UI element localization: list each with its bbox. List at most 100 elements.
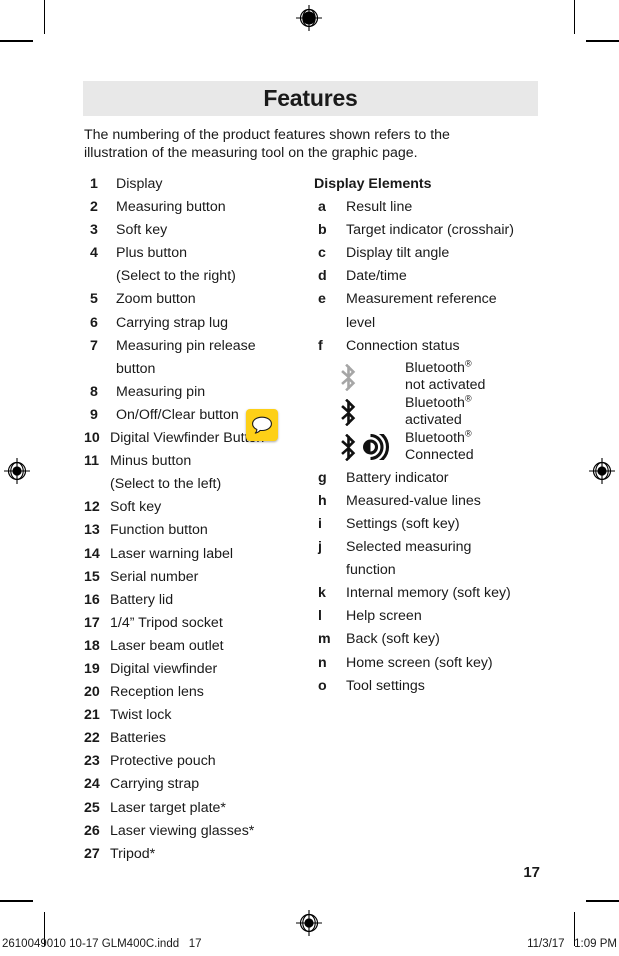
list-item: f Connection status — [314, 335, 559, 358]
crop-mark-bottom-right-horizontal — [586, 900, 619, 902]
bluetooth-active-icon — [341, 398, 356, 426]
display-elements-column: Display Elements a Result line b Target ind… — [314, 173, 559, 698]
display-elements-title: Display Elements — [314, 176, 432, 192]
product-feature-item: 7 Measuring pin release button — [84, 335, 309, 381]
comment-note-annotation[interactable] — [246, 409, 278, 441]
product-feature-number: 7 — [90, 337, 98, 354]
speech-bubble-icon — [252, 416, 272, 434]
product-feature-item: 24 Carrying strap — [84, 773, 309, 796]
list-item-label: Settings (soft key) — [346, 515, 460, 532]
bluetooth-inactive-icon — [341, 363, 356, 391]
product-feature-number: 3 — [90, 222, 98, 239]
product-feature-label: Twist lock — [110, 707, 172, 724]
list-item: k Internal memory (soft key) — [314, 582, 559, 605]
product-feature-number: 17 — [84, 614, 100, 631]
product-feature-label: Digital Viewfinder Button — [110, 430, 265, 447]
product-feature-item: 8 Measuring pin — [84, 381, 309, 404]
product-feature-label-continuation: (Select to the right) — [116, 268, 236, 285]
product-feature-item: 2 Measuring button — [84, 196, 309, 219]
list-item-label: Help screen — [346, 608, 422, 625]
list-item: h Measured-value lines — [314, 490, 559, 513]
list-item-key: i — [318, 515, 322, 532]
crop-mark-top-right-horizontal — [586, 40, 619, 42]
list-item-label: Measured-value lines — [346, 492, 481, 509]
product-feature-number: 1 — [90, 176, 98, 192]
product-feature-item: 5 Zoom button — [84, 288, 309, 311]
product-feature-number: 25 — [84, 799, 100, 816]
list-item-key: c — [318, 245, 326, 262]
product-feature-number: 12 — [84, 499, 100, 516]
product-feature-item: 23 Protective pouch — [84, 750, 309, 773]
product-feature-number: 11 — [84, 453, 99, 470]
product-feature-label: Reception lens — [110, 684, 204, 701]
list-item-label: Date/time — [346, 268, 407, 285]
product-feature-number: 5 — [90, 291, 98, 308]
product-feature-item: 13 Function button — [84, 519, 309, 542]
bluetooth-status-legend: Bluetooth® not activated Bluetooth® activat… — [340, 358, 559, 465]
bluetooth-status-text: not activated — [405, 377, 486, 394]
registration-mark-top — [296, 5, 322, 31]
product-feature-item: 4 Plus button (Select to the right) — [84, 242, 309, 288]
product-feature-label: Soft key — [110, 499, 162, 516]
product-feature-item: 16 Battery lid — [84, 589, 309, 612]
list-item-label-continuation: level — [346, 314, 376, 331]
product-feature-label: Batteries — [110, 730, 166, 747]
product-feature-number: 2 — [90, 199, 98, 216]
section-header-band: Features — [83, 81, 538, 116]
registered-trademark-symbol: ® — [464, 393, 472, 404]
intro-line-1: The numbering of the product features sh… — [84, 127, 450, 143]
product-feature-label-continuation: button — [116, 360, 156, 377]
document-page: Features The numbering of the product fe… — [0, 0, 619, 956]
product-feature-number: 23 — [84, 753, 100, 770]
list-item-label: Back (soft key) — [346, 631, 440, 648]
intro-line-2: illustration of the measuring tool on th… — [84, 145, 418, 161]
list-item: j Selected measuring function — [314, 536, 559, 582]
product-feature-label: 1/4” Tripod socket — [110, 614, 223, 631]
footer-timestamp: 11/3/17 1:09 PM — [527, 938, 617, 950]
product-feature-item: 14 Laser warning label — [84, 543, 309, 566]
list-item-key: o — [318, 677, 327, 694]
product-feature-label: Carrying strap — [110, 776, 200, 793]
product-feature-label: Laser warning label — [110, 545, 234, 562]
product-feature-label: Zoom button — [116, 291, 196, 308]
bluetooth-status-row: Bluetooth® activated — [340, 393, 559, 430]
product-feature-number: 13 — [84, 522, 100, 539]
crop-mark-top-right-vertical — [574, 0, 575, 34]
product-feature-item: 21 Twist lock — [84, 704, 309, 727]
crop-mark-bottom-left-horizontal — [0, 900, 33, 902]
list-item-key: h — [318, 492, 327, 509]
product-feature-number: 8 — [90, 383, 98, 400]
registered-trademark-symbol: ® — [464, 358, 472, 369]
product-feature-number: 14 — [84, 545, 100, 562]
product-feature-item: 22 Batteries — [84, 727, 309, 750]
product-feature-label: Measuring pin release button — [116, 335, 309, 381]
product-feature-label: Tripod* — [110, 845, 156, 862]
product-feature-number: 27 — [84, 845, 100, 862]
bluetooth-brand-name: Bluetooth® — [405, 428, 472, 446]
registered-trademark-symbol: ® — [464, 428, 472, 439]
bluetooth-icon-group — [340, 361, 405, 393]
list-item-label: Battery indicator — [346, 469, 449, 486]
list-item-key: k — [318, 585, 326, 602]
product-feature-number: 21 — [84, 707, 100, 724]
product-feature-item: 15 Serial number — [84, 566, 309, 589]
list-item: c Display tilt angle — [314, 242, 559, 265]
product-feature-label: Laser viewing glasses* — [110, 822, 255, 839]
product-feature-number: 9 — [90, 406, 98, 423]
list-item-key: a — [318, 199, 326, 216]
product-feature-label-continuation: (Select to the left) — [110, 476, 222, 493]
list-item-label: Selected measuring function — [346, 536, 559, 582]
product-feature-item: 11 Minus button (Select to the left) — [84, 450, 309, 496]
bluetooth-signal-waves-icon — [363, 434, 390, 461]
product-feature-number: 6 — [90, 314, 98, 331]
bluetooth-icon-group — [340, 396, 405, 428]
list-item: i Settings (soft key) — [314, 513, 559, 536]
bluetooth-icon-group — [340, 431, 405, 463]
product-feature-number: 16 — [84, 591, 100, 608]
list-item-key: e — [318, 291, 326, 308]
list-item-label: Display tilt angle — [346, 245, 450, 262]
product-feature-label: Soft key — [116, 222, 168, 239]
list-item-key: m — [318, 631, 331, 648]
list-item-key: l — [318, 608, 322, 625]
product-feature-label: Battery lid — [110, 591, 174, 608]
